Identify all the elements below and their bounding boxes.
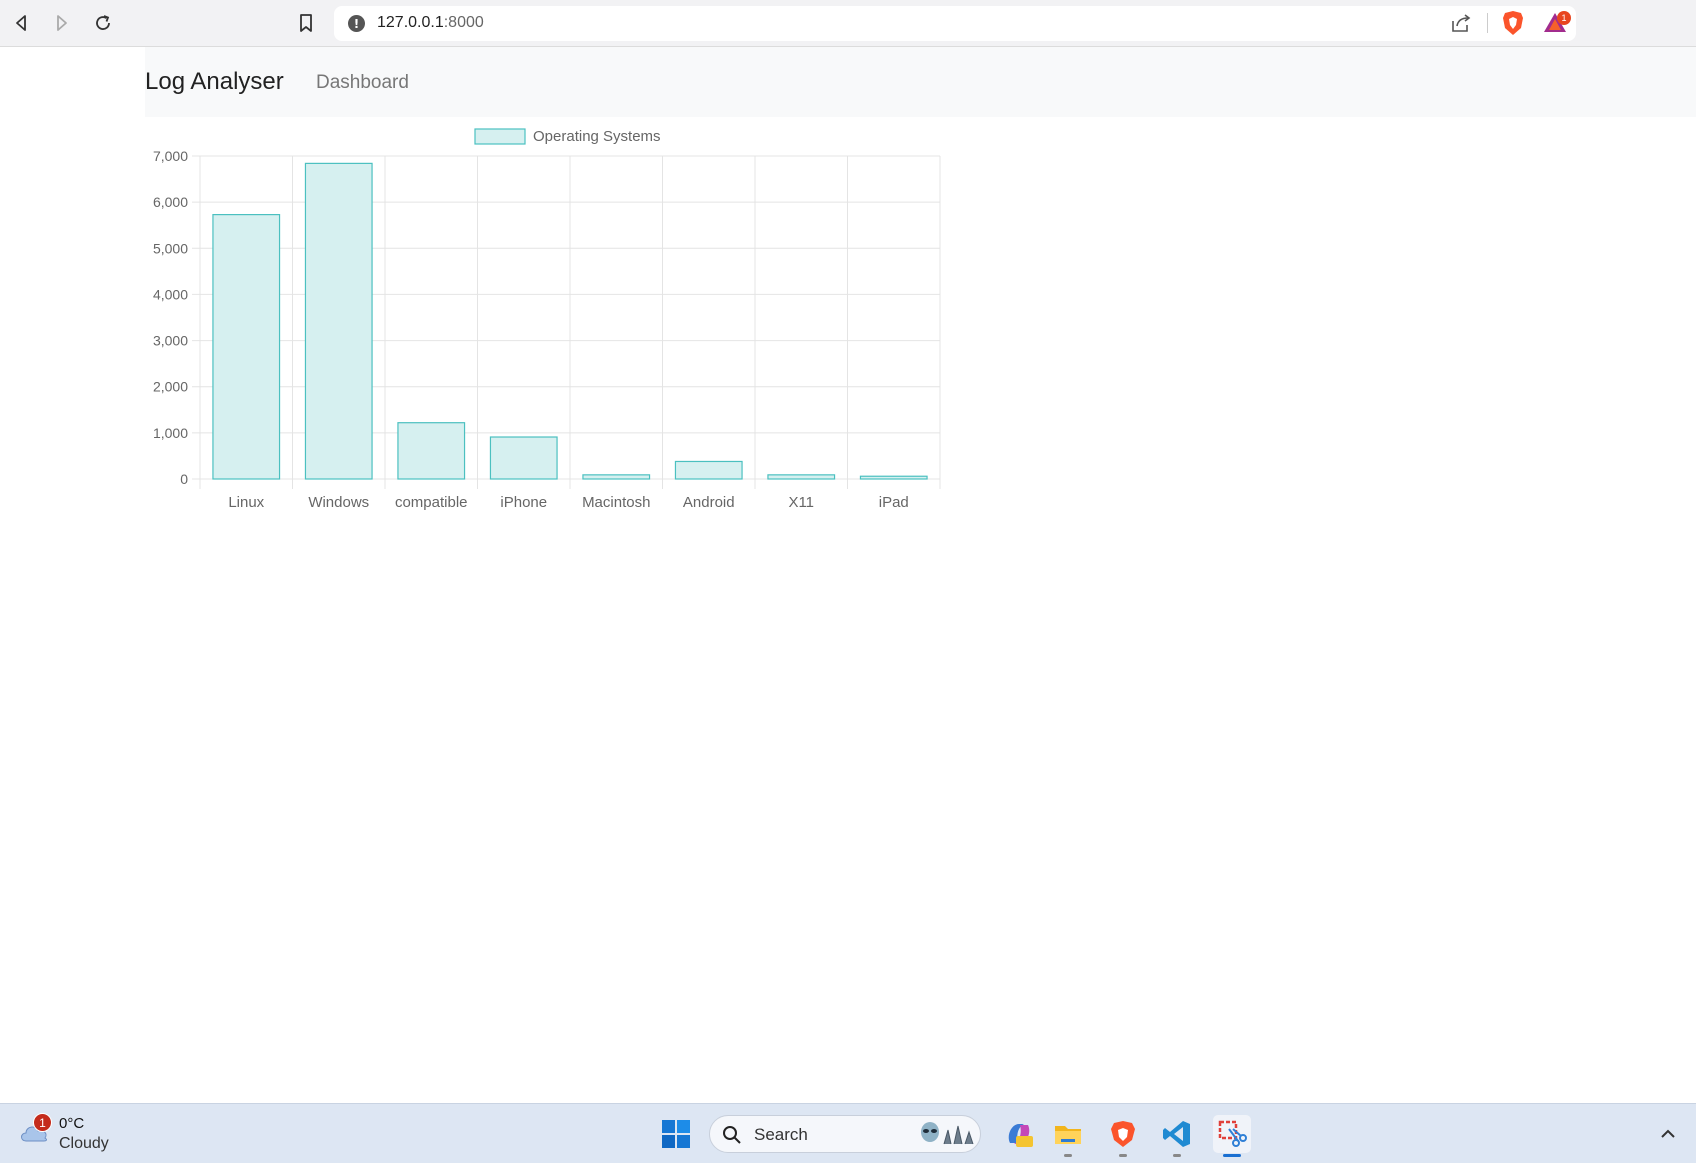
browser-toolbar: ! 127.0.0.1:8000 1 xyxy=(0,0,1696,47)
y-tick-label: 5,000 xyxy=(153,240,188,256)
bar-windows xyxy=(304,162,373,480)
weather-temperature[interactable]: 0°C xyxy=(59,1115,84,1132)
bar-macintosh xyxy=(582,474,651,480)
windows-taskbar: 1 0°C Cloudy Search xyxy=(0,1103,1696,1163)
share-icon[interactable] xyxy=(1450,12,1472,34)
reload-icon[interactable] xyxy=(88,8,118,38)
x-tick-label: iPad xyxy=(879,494,909,511)
running-indicator xyxy=(1064,1154,1072,1157)
x-tick-label: Windows xyxy=(308,494,369,511)
taskbar-copilot[interactable] xyxy=(1000,1115,1038,1153)
taskbar-snipping-tool[interactable] xyxy=(1213,1115,1251,1157)
brand-title[interactable]: Log Analyser xyxy=(145,68,284,96)
running-indicator xyxy=(1173,1154,1181,1157)
y-tick-label: 2,000 xyxy=(153,379,188,395)
windows-start-icon[interactable] xyxy=(661,1119,691,1149)
legend-label: Operating Systems xyxy=(533,128,661,145)
running-indicator xyxy=(1119,1154,1127,1157)
bookmark-icon[interactable] xyxy=(291,8,321,38)
back-icon[interactable] xyxy=(7,8,37,38)
operating-systems-chart: 0 1,000 2,000 3,000 4,000 5,000 6,000 7,000 Linu… xyxy=(153,128,941,511)
x-tick-label: Android xyxy=(683,494,735,511)
taskbar-search[interactable]: Search xyxy=(709,1115,981,1153)
x-tick-label: compatible xyxy=(395,494,468,511)
bar-linux xyxy=(212,214,281,480)
y-tick-label: 1,000 xyxy=(153,425,188,441)
bar-android xyxy=(674,460,743,480)
brave-shields-icon[interactable] xyxy=(1502,10,1524,36)
taskbar-vscode[interactable] xyxy=(1158,1115,1196,1157)
address-bar[interactable]: ! 127.0.0.1:8000 xyxy=(334,6,1576,41)
brave-browser-icon xyxy=(1111,1121,1135,1147)
vscode-icon xyxy=(1163,1121,1190,1147)
url-text: 127.0.0.1:8000 xyxy=(377,14,484,31)
weather-description[interactable]: Cloudy xyxy=(59,1135,109,1153)
taskbar-brave[interactable] xyxy=(1104,1115,1142,1157)
folder-icon xyxy=(1055,1126,1081,1144)
x-tick-label: iPhone xyxy=(500,494,547,511)
y-tick-label: 6,000 xyxy=(153,194,188,210)
copilot-icon xyxy=(1008,1123,1033,1147)
bar-ipad xyxy=(859,475,928,480)
search-highlight-image xyxy=(921,1122,974,1145)
chevron-up-icon[interactable] xyxy=(1656,1122,1680,1146)
x-tick-label: Macintosh xyxy=(582,494,650,511)
bar-compatible xyxy=(397,422,466,480)
search-label: Search xyxy=(754,1125,808,1144)
y-tick-label: 0 xyxy=(180,471,188,487)
site-info-icon[interactable]: ! xyxy=(348,15,365,32)
y-tick-label: 3,000 xyxy=(153,333,188,349)
nav-link-dashboard[interactable]: Dashboard xyxy=(316,72,409,94)
toolbar-separator xyxy=(1487,13,1488,33)
bar-iphone xyxy=(489,436,558,480)
search-icon xyxy=(723,1126,741,1144)
snipping-tool-icon xyxy=(1218,1120,1247,1147)
x-tick-label: Linux xyxy=(228,494,264,511)
forward-icon[interactable] xyxy=(46,8,76,38)
weather-badge: 1 xyxy=(33,1113,52,1132)
active-indicator xyxy=(1223,1154,1241,1157)
y-tick-label: 4,000 xyxy=(153,286,188,302)
rewards-badge: 1 xyxy=(1557,11,1571,25)
bar-x11 xyxy=(767,474,836,480)
taskbar-file-explorer[interactable] xyxy=(1049,1115,1087,1157)
app-navbar: Log Analyser Dashboard xyxy=(145,47,1696,117)
y-tick-label: 7,000 xyxy=(153,148,188,164)
x-tick-label: X11 xyxy=(788,494,814,511)
legend-swatch xyxy=(474,128,526,145)
